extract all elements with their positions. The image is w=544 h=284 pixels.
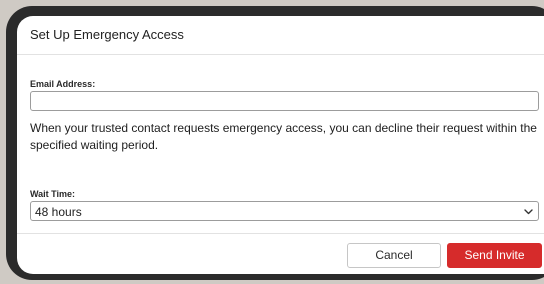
email-address-input[interactable] xyxy=(30,91,539,111)
cancel-button[interactable]: Cancel xyxy=(347,243,441,268)
wait-time-label: Wait Time: xyxy=(30,189,76,199)
emergency-access-dialog: Set Up Emergency Access Email Address: W… xyxy=(17,16,544,274)
email-address-label: Email Address: xyxy=(30,79,96,89)
dialog-title: Set Up Emergency Access xyxy=(30,27,184,42)
wait-time-select[interactable]: 48 hours xyxy=(30,201,539,221)
emergency-access-description: When your trusted contact requests emerg… xyxy=(30,121,537,152)
dialog-header: Set Up Emergency Access xyxy=(17,16,544,55)
wait-time-selected-value: 48 hours xyxy=(35,205,82,219)
send-invite-button[interactable]: Send Invite xyxy=(447,243,542,268)
chevron-down-icon xyxy=(524,209,533,215)
footer-divider xyxy=(17,233,544,234)
